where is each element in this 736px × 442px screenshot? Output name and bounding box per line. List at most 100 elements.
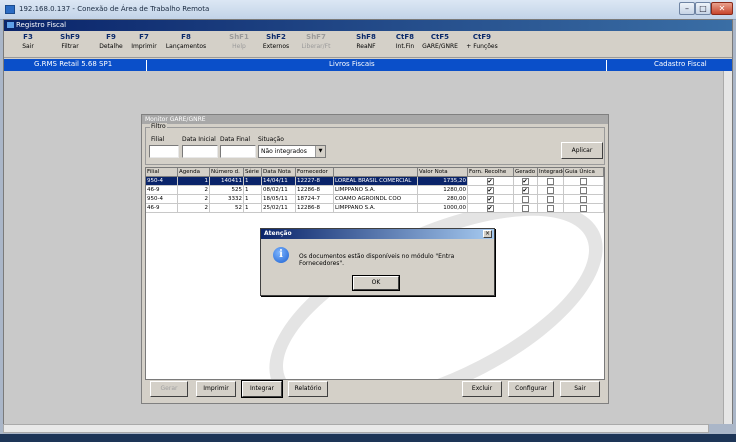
fkey-key: F8 [181, 33, 191, 41]
cell-serie: 1 [244, 177, 262, 186]
cell-agenda: 2 [178, 204, 210, 213]
remote-desktop-title: 192.168.0.137 - Conexão de Área de Traba… [19, 5, 210, 13]
module-bar-center: Livros Fiscais [329, 60, 375, 68]
column-header[interactable]: Data Nota [262, 168, 296, 177]
cell-forn: ✔ [468, 204, 514, 213]
gerar-button[interactable]: Gerar [150, 381, 188, 397]
column-header[interactable]: Agenda [178, 168, 210, 177]
column-header[interactable]: Gerado [514, 168, 538, 177]
column-header[interactable]: Guia Única [564, 168, 604, 177]
checkbox-integrado[interactable] [546, 196, 554, 203]
situacao-value: Não integrados [261, 148, 307, 155]
data-inicial-input[interactable] [182, 145, 218, 158]
column-header[interactable]: Série [244, 168, 262, 177]
cell-valor: 1735,20 [418, 177, 468, 186]
sair-button[interactable]: Sair [560, 381, 600, 397]
table-row[interactable]: 46-9 2 52 1 25/02/11 12286-8 LIMPPANO S.A. 1000… [146, 204, 604, 213]
taskbar [0, 434, 736, 442]
cell-forn: ✔ [468, 177, 514, 186]
minimize-button[interactable]: – [679, 2, 695, 15]
cell-guia [564, 177, 604, 186]
atencao-dialog: Atenção × i Os documentos estão disponív… [260, 228, 495, 296]
column-header[interactable]: Número d. [210, 168, 244, 177]
configurar-button[interactable]: Configurar [508, 381, 554, 397]
data-inicial-label: Data Inicial [182, 136, 216, 143]
checkbox-forn[interactable]: ✔ [486, 196, 494, 203]
checkbox-gerado[interactable] [521, 205, 529, 212]
fkey-key: CtF9 [472, 33, 492, 41]
cell-valor: 280,00 [418, 195, 468, 204]
checkbox-gerado[interactable]: ✔ [521, 187, 529, 194]
checkbox-integrado[interactable] [546, 178, 554, 185]
cell-numero: 52 [210, 204, 244, 213]
checkbox-gerado[interactable]: ✔ [521, 178, 529, 185]
data-final-input[interactable] [220, 145, 256, 158]
close-button[interactable]: ✕ [711, 2, 733, 15]
ok-button[interactable]: OK [352, 275, 400, 291]
column-header[interactable]: Valor Nota [418, 168, 468, 177]
cell-numero: 525 [210, 186, 244, 195]
situacao-select[interactable]: Não integrados ▼ [258, 145, 326, 158]
cell-serie: 1 [244, 195, 262, 204]
cell-serie: 1 [244, 204, 262, 213]
column-header[interactable]: Forn. Recolhe [468, 168, 514, 177]
horizontal-scrollbar[interactable] [3, 424, 709, 433]
dialog-close-button[interactable]: × [483, 230, 492, 238]
checkbox-gerado[interactable] [521, 196, 529, 203]
relatorio-button[interactable]: Relatório [288, 381, 328, 397]
cell-guia [564, 186, 604, 195]
cell-fornecedor: LOREAL BRASIL COMERCIAL [334, 177, 418, 186]
vertical-scrollbar[interactable] [723, 71, 732, 424]
checkbox-guia[interactable] [579, 187, 587, 194]
chevron-down-icon[interactable]: ▼ [315, 146, 325, 157]
maximize-button[interactable]: □ [695, 2, 711, 15]
cell-cod: 18724-7 [296, 195, 334, 204]
situacao-label: Situação [258, 136, 284, 143]
cell-serie: 1 [244, 186, 262, 195]
cell-forn: ✔ [468, 186, 514, 195]
grid-header: Filial Agenda Número d. Série Data Nota Forne… [146, 168, 604, 177]
column-header[interactable] [334, 168, 418, 177]
column-header[interactable]: Fornecedor [296, 168, 334, 177]
remote-desktop-icon [5, 5, 15, 14]
cell-fornecedor: COAMO AGROINDL COO [334, 195, 418, 204]
cell-cod: 12227-8 [296, 177, 334, 186]
cell-integrado [538, 204, 564, 213]
fkey-ctf9[interactable]: CtF9 + Funções [452, 33, 512, 55]
cell-numero: 140411 [210, 177, 244, 186]
fkey-f8[interactable]: F8 Lançamentos [156, 33, 216, 55]
checkbox-guia[interactable] [579, 178, 587, 185]
cell-data: 18/05/11 [262, 195, 296, 204]
cell-gerado: ✔ [514, 186, 538, 195]
toolbar-divider [4, 57, 732, 58]
cell-forn: ✔ [468, 195, 514, 204]
data-final-label: Data Final [220, 136, 251, 143]
checkbox-guia[interactable] [579, 196, 587, 203]
checkbox-forn[interactable]: ✔ [486, 187, 494, 194]
fkey-label: + Funções [466, 43, 498, 50]
column-header[interactable]: Filial [146, 168, 178, 177]
cell-guia [564, 204, 604, 213]
filial-input[interactable] [149, 145, 179, 158]
table-row[interactable]: 950-4 1 140411 1 14/04/11 12227-8 LOREAL BRASI… [146, 177, 604, 186]
info-icon: i [273, 247, 289, 263]
excluir-button[interactable]: Excluir [462, 381, 502, 397]
imprimir-button[interactable]: Imprimir [196, 381, 236, 397]
checkbox-integrado[interactable] [546, 205, 554, 212]
cell-valor: 1280,00 [418, 186, 468, 195]
cell-integrado [538, 186, 564, 195]
checkbox-forn[interactable]: ✔ [486, 178, 494, 185]
cell-integrado [538, 177, 564, 186]
integrar-button[interactable]: Integrar [241, 380, 283, 398]
cell-agenda: 2 [178, 186, 210, 195]
aplicar-button[interactable]: Aplicar [561, 142, 603, 159]
table-row[interactable]: 46-9 2 525 1 08/02/11 12286-8 LIMPPANO S.A. 128… [146, 186, 604, 195]
column-header[interactable]: Integrado [538, 168, 564, 177]
checkbox-guia[interactable] [579, 205, 587, 212]
cell-cod: 12286-8 [296, 204, 334, 213]
dialog-title: Atenção [261, 229, 494, 239]
table-row[interactable]: 950-4 2 3332 1 18/05/11 18724-7 COAMO AGROINDL… [146, 195, 604, 204]
checkbox-forn[interactable]: ✔ [486, 205, 494, 212]
checkbox-integrado[interactable] [546, 187, 554, 194]
module-bar-version: G.RMS Retail 5.68 SP1 [34, 60, 113, 68]
